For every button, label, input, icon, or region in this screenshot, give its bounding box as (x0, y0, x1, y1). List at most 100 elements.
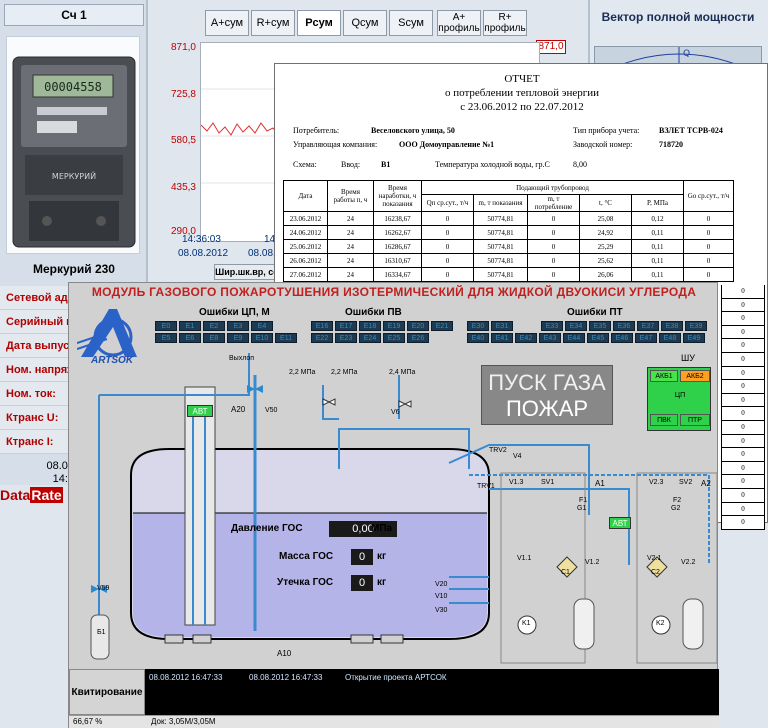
v59-label: V59 (97, 585, 110, 592)
valve-v30[interactable]: V30 (435, 607, 447, 614)
error-pt-e36: E36 (613, 321, 635, 331)
error-pt-e30: E30 (467, 321, 489, 331)
input-value: В1 (381, 160, 391, 169)
filter-f2: F2 (673, 497, 682, 504)
gas-system-diagram (90, 353, 718, 664)
error-pt-e38: E38 (661, 321, 683, 331)
error-pt-e39: E39 (685, 321, 707, 331)
tab-a-sum[interactable]: A+сум (205, 10, 249, 36)
error-cpm-e8: E8 (203, 333, 225, 343)
tab-r-profile[interactable]: R+ профиль (483, 10, 527, 36)
filter-f1: F1 (579, 497, 588, 504)
valve-v23[interactable]: V2.3 (649, 479, 663, 486)
go-cell: 0 (721, 502, 765, 517)
valve-v11[interactable]: V1.1 (517, 555, 531, 562)
valve-v20[interactable]: V20 (435, 581, 447, 588)
go-column-extra: 000000000000000000 (721, 285, 765, 530)
a10-label: A10 (277, 649, 292, 658)
consumer-label: Потребитель: (293, 126, 340, 135)
valve-trv2[interactable]: TRV2 (489, 447, 507, 454)
tab-s-sum[interactable]: Sсум (389, 10, 433, 36)
tab-q-sum[interactable]: Qсум (343, 10, 387, 36)
error-pt-e45: E45 (587, 333, 609, 343)
table-header-row: Дата Время работы п, ч Время наработки, … (283, 180, 734, 212)
error-cpm-e10: E10 (251, 333, 273, 343)
input-label: Ввод: (341, 160, 361, 169)
report-period: с 23.06.2012 по 22.07.2012 (460, 101, 584, 113)
v50-label: V50 (265, 407, 278, 414)
go-cell: 0 (721, 325, 765, 340)
error-pt-e47: E47 (635, 333, 657, 343)
error-cpm-e1: E1 (179, 321, 201, 331)
go-cell: 0 (721, 312, 765, 326)
valve-trv1[interactable]: TRV1 (477, 483, 495, 490)
meter-brand-text: МЕРКУРИЙ (52, 170, 96, 181)
go-cell: 0 (721, 339, 765, 353)
x-date-1: 08.08.2012 (178, 248, 229, 259)
error-pt-e48: E48 (659, 333, 681, 343)
error-pv-e19: E19 (383, 321, 405, 331)
error-pt-e44: E44 (563, 333, 585, 343)
press2-label: 2,2 МПа (331, 369, 358, 376)
valve-v21[interactable]: V2.1 (647, 555, 661, 562)
datarate-logo: DataRate (0, 487, 63, 503)
log-time-2: 08.08.2012 16:47:33 (249, 673, 323, 682)
avt-indicator-right[interactable]: АВТ (609, 517, 631, 529)
tab-a-profile[interactable]: A+ профиль (437, 10, 481, 36)
acknowledge-button[interactable]: Квитирование (69, 669, 145, 715)
error-cpm-e4: E4 (251, 321, 273, 331)
zoom-level[interactable]: 66,67 % (73, 716, 102, 728)
error-pv-e25: E25 (383, 333, 405, 343)
error-cpm-e11: E11 (275, 333, 297, 343)
error-cpm-e2: E2 (203, 321, 225, 331)
valve-sv1[interactable]: SV1 (541, 479, 554, 486)
tab-p-sum[interactable]: Pсум (297, 10, 341, 36)
error-cpm-e6: E6 (179, 333, 201, 343)
valve-v10[interactable]: V10 (435, 593, 447, 600)
table-row: 23.06.2012 24 16238,67 0 50774,81 0 25,08 0,12 0 (283, 211, 734, 226)
valve-v6[interactable]: V6 (391, 409, 400, 416)
valve-v12[interactable]: V1.2 (585, 559, 599, 566)
report-subtitle: о потреблении тепловой энергии (444, 87, 600, 99)
valve-v22[interactable]: V2.2 (681, 559, 695, 566)
go-cell: 0 (721, 352, 765, 367)
temp-label: Температура холодной воды, гр.С (435, 160, 550, 169)
error-pv-e18: E18 (359, 321, 381, 331)
press1-label: 2,2 МПа (289, 369, 316, 376)
valve-v4[interactable]: V4 (513, 453, 522, 460)
error-pv-e26: E26 (407, 333, 429, 343)
valve-sv2[interactable]: SV2 (679, 479, 692, 486)
go-cell: 0 (721, 434, 765, 449)
b1-label: Б1 (97, 629, 106, 636)
err-pt-label: Ошибки ПТ (567, 307, 623, 318)
meter-tab-title[interactable]: Сч 1 (4, 4, 144, 26)
device-value: ВЗЛЕТ ТСРВ-024 (659, 126, 723, 135)
vyhlop-label: Выхлоп (229, 355, 255, 362)
mass-label: Масса ГОС (279, 551, 334, 562)
go-cell: 0 (721, 285, 765, 299)
gauge-g1: G1 (577, 505, 587, 512)
doc-size: Док: 3,05М/3,05М (151, 717, 216, 726)
go-cell: 0 (721, 461, 765, 476)
a2-label: A2 (701, 479, 711, 488)
avt-indicator-left[interactable]: АВТ (187, 405, 213, 417)
meter-image: 00004558 МЕРКУРИЙ (6, 36, 140, 254)
go-cell: 0 (721, 298, 765, 313)
error-pv-e17: E17 (335, 321, 357, 331)
scada-window: МОДУЛЬ ГАЗОВОГО ПОЖАРОТУШЕНИЯ ИЗОТЕРМИЧЕ… (68, 282, 719, 728)
error-cpm-e0: E0 (155, 321, 177, 331)
error-pt-e41: E41 (491, 333, 513, 343)
mass-unit: кг (377, 551, 387, 562)
valve-v13[interactable]: V1.3 (509, 479, 523, 486)
go-cell: 0 (721, 380, 765, 394)
cooler-c1: C1 (561, 569, 570, 576)
error-pv-e20: E20 (407, 321, 429, 331)
log-message: Открытие проекта АРТСОК (345, 673, 447, 682)
tab-r-sum[interactable]: R+сум (251, 10, 295, 36)
report-table: Дата Время работы п, ч Время наработки, … (283, 180, 734, 282)
pump-k1: K1 (522, 620, 531, 627)
y-tick-4: 435,3 (170, 182, 196, 193)
y-tick-3: 580,5 (170, 135, 196, 146)
go-cell: 0 (721, 516, 765, 530)
leak-value: 0 (351, 575, 373, 591)
